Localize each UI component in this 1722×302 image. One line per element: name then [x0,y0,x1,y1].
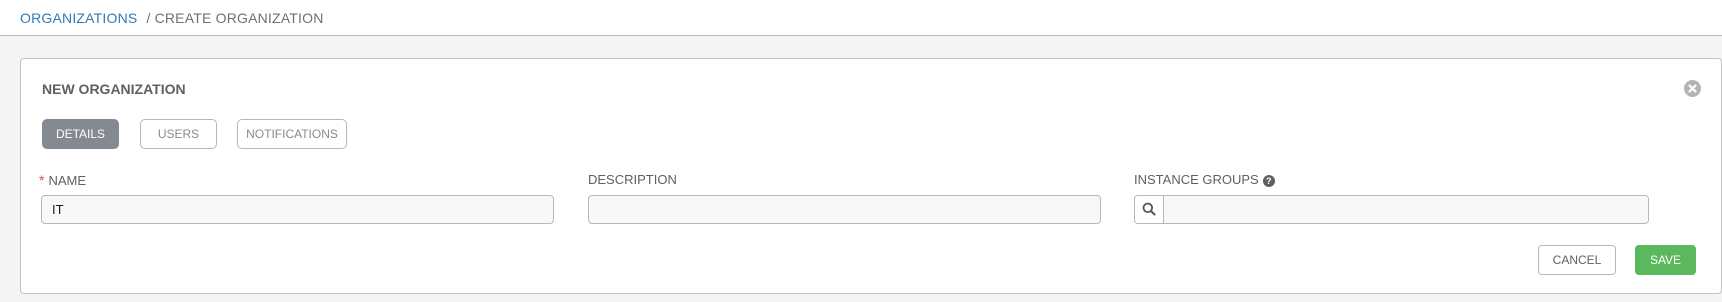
description-input[interactable] [588,195,1101,224]
panel-title: NEW ORGANIZATION [42,81,186,97]
breadcrumb-current: CREATE ORGANIZATION [154,10,324,26]
search-icon[interactable] [1135,196,1164,223]
breadcrumb: ORGANIZATIONS / CREATE ORGANIZATION [20,10,324,26]
name-input[interactable] [41,195,554,224]
name-label-text: NAME [48,173,87,188]
question-circle-icon[interactable]: ? [1262,175,1275,187]
save-button[interactable]: SAVE [1635,245,1696,275]
close-circle-icon[interactable] [1684,80,1701,97]
instance-groups-label: INSTANCE GROUPS? [1134,172,1275,187]
required-indicator: * [39,172,45,188]
tab-details[interactable]: DETAILS [42,119,119,149]
tab-notifications[interactable]: NOTIFICATIONS [237,119,347,149]
tab-users[interactable]: USERS [140,119,217,149]
breadcrumb-organizations-link[interactable]: ORGANIZATIONS [20,10,137,26]
instance-groups-label-text: INSTANCE GROUPS [1134,172,1259,187]
instance-groups-input[interactable] [1164,196,1648,223]
description-label: DESCRIPTION [588,172,677,187]
top-breadcrumb-bar: ORGANIZATIONS / CREATE ORGANIZATION [0,0,1722,36]
cancel-button[interactable]: CANCEL [1538,245,1616,275]
new-organization-panel: NEW ORGANIZATION DETAILS USERS NOTIFICAT… [20,58,1722,294]
breadcrumb-separator: / [146,10,151,26]
instance-groups-lookup [1134,195,1649,224]
name-label: * NAME [39,172,86,188]
